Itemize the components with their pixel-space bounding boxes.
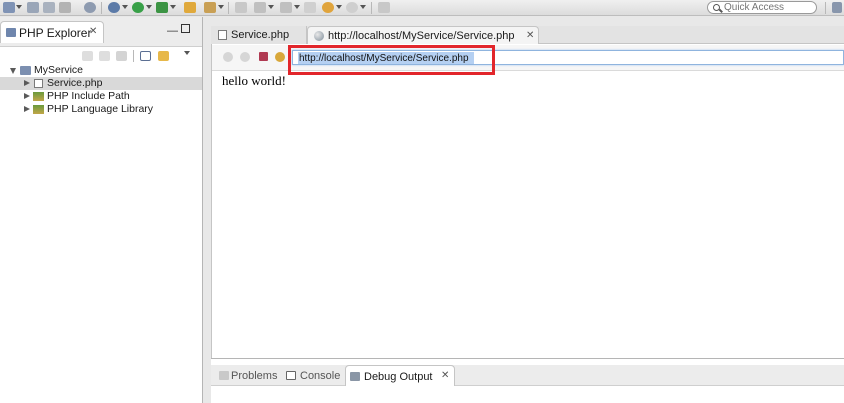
new-icon[interactable]: [3, 2, 15, 13]
tree-item-label: MyService: [34, 64, 84, 76]
toolbar-separator: [825, 2, 826, 14]
console-icon: [286, 371, 296, 380]
main-toolbar: [0, 0, 844, 16]
chevron-down-icon[interactable]: [218, 5, 224, 9]
save-icon[interactable]: [27, 2, 39, 13]
expand-icon[interactable]: [24, 106, 30, 112]
browser-toolbar: [212, 45, 844, 71]
tab-label: http://localhost/MyService/Service.php: [328, 30, 515, 42]
toolbar-separator: [228, 2, 229, 14]
minimize-icon[interactable]: —: [167, 26, 178, 37]
open-folder-icon[interactable]: [184, 2, 196, 13]
back-icon[interactable]: [82, 51, 93, 61]
collapse-all-icon[interactable]: [140, 51, 151, 61]
chevron-down-icon[interactable]: [122, 5, 128, 9]
search-icon[interactable]: [204, 2, 216, 13]
tree-item-label: PHP Language Library: [47, 103, 154, 115]
forward-icon[interactable]: [346, 2, 358, 13]
tab-label: Problems: [231, 370, 278, 382]
library-icon: [33, 92, 44, 101]
settings-icon[interactable]: [108, 2, 120, 13]
maximize-icon[interactable]: [181, 24, 190, 33]
save-all-icon[interactable]: [43, 2, 55, 13]
tab-debug-output[interactable]: Debug Output ✕: [345, 365, 455, 386]
chevron-down-icon[interactable]: [360, 5, 366, 9]
explorer-title: PHP Explorer: [19, 26, 92, 40]
chevron-down-icon[interactable]: [336, 5, 342, 9]
close-icon[interactable]: ✕: [441, 371, 449, 381]
prev-annotation-icon[interactable]: [280, 2, 292, 13]
tree-item-service-php[interactable]: Service.php: [0, 77, 202, 90]
php-explorer-view: PHP Explorer ✕ — MyService Service.php P…: [0, 17, 203, 403]
toolbar-separator: [371, 2, 372, 14]
view-menu-icon[interactable]: [184, 51, 190, 55]
quick-access-input[interactable]: [724, 2, 814, 13]
project-icon: [20, 66, 31, 75]
next-annotation-icon[interactable]: [254, 2, 266, 13]
search-icon: [713, 4, 720, 11]
annotation-icon[interactable]: [235, 2, 247, 13]
tab-label: Console: [300, 370, 341, 382]
explorer-icon: [6, 28, 16, 37]
chevron-down-icon[interactable]: [268, 5, 274, 9]
tree-item-myservice[interactable]: MyService: [0, 64, 202, 77]
tab-label: Service.php: [231, 29, 290, 41]
tab-console[interactable]: Console: [284, 365, 346, 386]
pin-editor-icon[interactable]: [378, 2, 390, 13]
quick-access-box[interactable]: [707, 1, 817, 14]
bottom-tabbar: Problems Console Debug Output ✕: [211, 365, 844, 386]
close-icon[interactable]: ✕: [89, 27, 97, 37]
last-edit-icon[interactable]: [304, 2, 316, 13]
expand-icon[interactable]: [10, 68, 16, 74]
editor-tabbar: Service.php http://localhost/MyService/S…: [211, 26, 844, 44]
tree-item-php-language-library[interactable]: PHP Language Library: [0, 103, 202, 116]
tree-item-php-include-path[interactable]: PHP Include Path: [0, 90, 202, 103]
tab-service-php[interactable]: Service.php: [211, 26, 307, 44]
tab-browser-service[interactable]: http://localhost/MyService/Service.php ✕: [307, 26, 539, 44]
expand-icon[interactable]: [24, 80, 30, 86]
link-editor-icon[interactable]: [158, 51, 169, 61]
up-icon[interactable]: [116, 51, 127, 61]
url-input[interactable]: [299, 52, 839, 64]
chevron-down-icon[interactable]: [170, 5, 176, 9]
chevron-down-icon[interactable]: [146, 5, 152, 9]
tab-label: Debug Output: [364, 371, 433, 383]
tab-problems[interactable]: Problems: [215, 365, 283, 386]
toolbar-separator: [133, 50, 134, 62]
chevron-down-icon[interactable]: [294, 5, 300, 9]
tree-item-label: PHP Include Path: [47, 90, 130, 102]
chevron-down-icon[interactable]: [16, 5, 22, 9]
explorer-tree: MyService Service.php PHP Include Path P…: [0, 64, 202, 116]
php-file-icon: [34, 79, 43, 88]
globe-icon: [314, 31, 324, 41]
close-icon[interactable]: ✕: [526, 31, 534, 41]
refresh-icon[interactable]: [275, 52, 285, 62]
toolbar-separator: [101, 2, 102, 14]
forward-icon[interactable]: [99, 51, 110, 61]
explorer-view-toolbar: [0, 48, 202, 64]
back-icon[interactable]: [322, 2, 334, 13]
page-content-text: hello world!: [222, 73, 286, 88]
perspective-icon[interactable]: [832, 2, 842, 13]
debug-output-icon: [350, 372, 360, 381]
library-icon: [33, 105, 44, 114]
back-icon[interactable]: [223, 52, 233, 62]
run-external-icon[interactable]: [156, 2, 168, 13]
run-icon[interactable]: [132, 2, 144, 13]
tree-item-label: Service.php: [47, 77, 103, 89]
url-field[interactable]: [292, 50, 844, 65]
tab-php-explorer[interactable]: PHP Explorer ✕: [0, 21, 104, 43]
editor-area: [211, 26, 844, 358]
forward-icon[interactable]: [240, 52, 250, 62]
stop-icon[interactable]: [259, 52, 268, 61]
skip-breakpoints-icon[interactable]: [84, 2, 96, 13]
expand-icon[interactable]: [24, 93, 30, 99]
explorer-tabbar: PHP Explorer ✕ —: [0, 17, 202, 47]
php-file-icon: [218, 30, 227, 40]
problems-icon: [219, 371, 229, 380]
print-icon[interactable]: [59, 2, 71, 13]
